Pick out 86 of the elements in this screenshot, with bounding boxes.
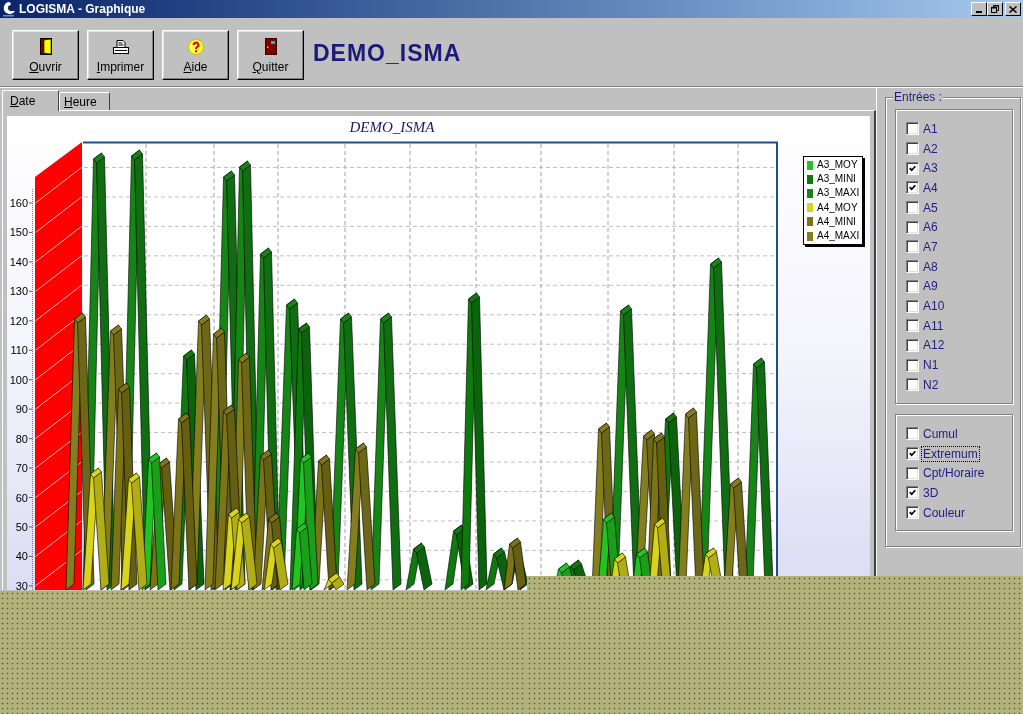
axis-tick-label: 150 bbox=[9, 226, 28, 239]
checkbox[interactable] bbox=[906, 427, 919, 441]
axis-tick-label: 40 bbox=[15, 550, 28, 563]
checkbox[interactable] bbox=[906, 466, 919, 480]
checkbox[interactable] bbox=[906, 358, 919, 372]
axis-tick-label: 160 bbox=[9, 197, 28, 209]
close-icon bbox=[1009, 5, 1017, 13]
ribbon-spike bbox=[405, 542, 433, 590]
axis-tick-label: 140 bbox=[9, 255, 28, 268]
checkbox[interactable] bbox=[906, 378, 919, 392]
axis-tick-label: 100 bbox=[9, 373, 28, 386]
axis-tick-label: 120 bbox=[9, 314, 28, 327]
checkbox[interactable] bbox=[906, 319, 919, 333]
checkbox[interactable] bbox=[906, 279, 919, 293]
axis-tick-label: 50 bbox=[15, 520, 28, 533]
checkbox[interactable] bbox=[906, 447, 919, 461]
legend-label: A4_MAXI bbox=[817, 230, 860, 243]
checkbox-label: Couleur bbox=[922, 505, 967, 520]
axis-tick-label: 30 bbox=[15, 579, 28, 590]
legend-label: A3_MINI bbox=[817, 173, 856, 186]
checkmark-icon bbox=[909, 489, 916, 497]
door-icon bbox=[264, 38, 277, 55]
checkbox-label: Cpt/Horaire bbox=[922, 466, 986, 481]
axis-tick-label: 80 bbox=[15, 432, 28, 445]
checkbox[interactable] bbox=[906, 486, 919, 500]
checkmark-icon bbox=[909, 164, 916, 172]
toolbar-button[interactable]: Quitter bbox=[237, 30, 304, 80]
checkbox-label: A9 bbox=[922, 279, 939, 294]
checkbox[interactable] bbox=[906, 260, 919, 274]
axis-tick-label: 70 bbox=[15, 462, 28, 475]
checkbox-label: A5 bbox=[922, 200, 939, 215]
checkbox[interactable] bbox=[906, 338, 919, 352]
checkbox[interactable] bbox=[906, 122, 919, 136]
checkbox[interactable] bbox=[906, 240, 919, 254]
axis-tick-label: 90 bbox=[15, 403, 28, 416]
project-heading: DEMO_ISMA bbox=[313, 40, 462, 66]
help-icon bbox=[187, 38, 204, 55]
chart-title: DEMO_ISMA bbox=[349, 119, 435, 135]
checkbox[interactable] bbox=[906, 181, 919, 195]
axis-tick-label: 60 bbox=[15, 491, 28, 504]
checkbox[interactable] bbox=[906, 201, 919, 215]
minimize-button[interactable] bbox=[971, 2, 987, 16]
checkbox[interactable] bbox=[906, 299, 919, 313]
app-logo-icon bbox=[2, 1, 16, 17]
legend-label: A3_MAXI bbox=[817, 187, 860, 200]
checkbox-label: 3D bbox=[922, 485, 940, 500]
checkmark-icon bbox=[909, 184, 916, 192]
checkbox-label: N2 bbox=[922, 377, 940, 392]
checkbox-label: A10 bbox=[922, 299, 946, 314]
toolbar-button[interactable]: Imprimer bbox=[87, 30, 154, 80]
close-button[interactable] bbox=[1005, 2, 1021, 16]
checkbox-label: A6 bbox=[922, 220, 939, 235]
checkmark-icon bbox=[909, 509, 916, 517]
door-icon bbox=[39, 38, 52, 55]
checkbox-label: N1 bbox=[922, 358, 940, 373]
axis-tick-label: 130 bbox=[9, 285, 28, 298]
legend-label: A4_MINI bbox=[817, 215, 856, 228]
restore-icon bbox=[991, 5, 999, 13]
toolbar-button[interactable]: Aide bbox=[162, 30, 229, 80]
checkbox[interactable] bbox=[906, 220, 919, 234]
checkbox-label: A11 bbox=[922, 318, 945, 333]
checkbox[interactable] bbox=[906, 142, 919, 156]
checkbox-label: A12 bbox=[922, 338, 946, 353]
legend-label: A3_MOY bbox=[817, 159, 858, 172]
checkmark-icon bbox=[909, 450, 916, 458]
minimize-icon bbox=[976, 11, 982, 13]
checkbox-label: A3 bbox=[922, 161, 939, 176]
printer-icon bbox=[112, 39, 129, 54]
checkbox-label: A8 bbox=[922, 259, 939, 274]
checkbox[interactable] bbox=[906, 506, 919, 520]
window-title: LOGISMA - Graphique bbox=[19, 2, 146, 16]
checkbox-label: Extremum bbox=[922, 446, 979, 461]
legend-label: A4_MOY bbox=[817, 201, 858, 214]
toolbar-button[interactable]: Ouvrir bbox=[12, 30, 79, 80]
ribbon-spike bbox=[503, 537, 527, 590]
checkbox-label: A1 bbox=[922, 121, 939, 136]
checkbox-label: A7 bbox=[922, 239, 939, 254]
group-title: Entrées : bbox=[893, 90, 944, 104]
axis-tick-label: 110 bbox=[10, 344, 28, 357]
checkbox-label: Cumul bbox=[922, 426, 959, 441]
checkbox-label: A2 bbox=[922, 141, 939, 156]
checkbox-label: A4 bbox=[922, 180, 939, 195]
tab[interactable]: Heure bbox=[59, 92, 110, 110]
restore-button[interactable] bbox=[987, 2, 1003, 16]
tab[interactable]: Date bbox=[2, 90, 59, 111]
checkbox[interactable] bbox=[906, 161, 919, 175]
